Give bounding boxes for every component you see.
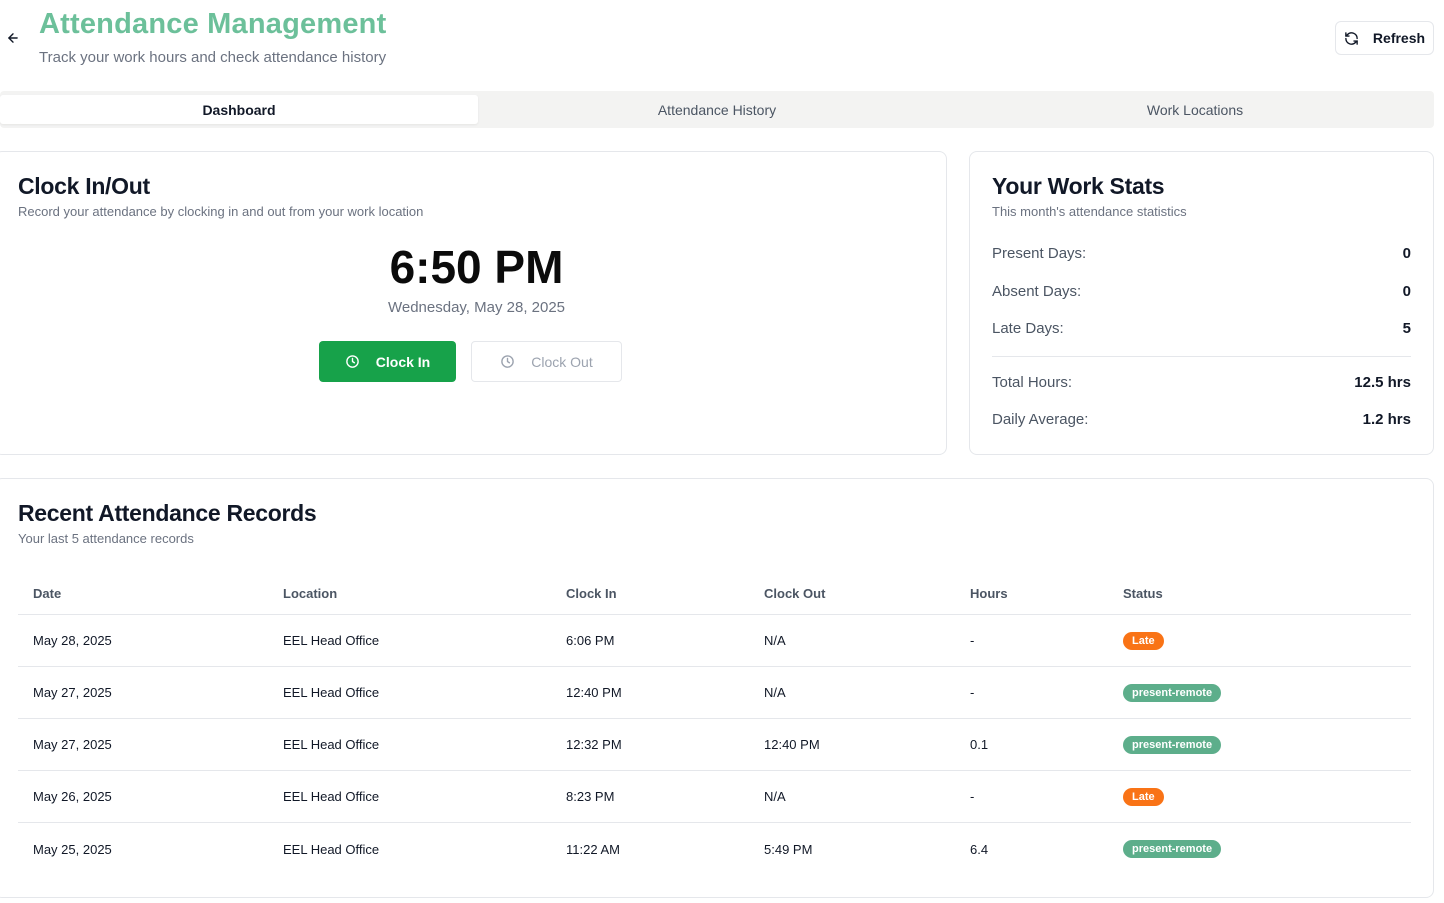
cell-clock-out: N/A bbox=[764, 789, 786, 804]
cell-location: EEL Head Office bbox=[283, 685, 380, 700]
cell-status: Late bbox=[1108, 787, 1411, 806]
status-badge: present-remote bbox=[1123, 683, 1222, 702]
stat-label: Daily Average: bbox=[992, 411, 1089, 428]
stat-value: 0 bbox=[1402, 245, 1411, 262]
stat-label: Present Days: bbox=[992, 245, 1087, 262]
clock-out-label: Clock Out bbox=[531, 353, 593, 370]
clock-icon bbox=[345, 355, 359, 368]
status-badge: Late bbox=[1123, 787, 1164, 806]
cell-status: Late bbox=[1108, 631, 1411, 650]
column-header-clock-out: Clock Out bbox=[764, 585, 826, 601]
records-card-description: Your last 5 attendance records bbox=[18, 531, 194, 546]
tab-bar: Dashboard Attendance History Work Locati… bbox=[0, 91, 1434, 128]
cell-clock-in: 12:40 PM bbox=[566, 685, 622, 700]
cell-hours: 6.4 bbox=[970, 841, 989, 857]
stat-label: Total Hours: bbox=[992, 374, 1073, 391]
clock-card-title: Clock In/Out bbox=[18, 173, 150, 199]
cell-clock-in: 12:32 PM bbox=[566, 737, 622, 752]
stat-late-days: Late Days: 5 bbox=[992, 320, 1411, 337]
refresh-label: Refresh bbox=[1372, 30, 1426, 46]
stat-daily-average: Daily Average: 1.2 hrs bbox=[992, 411, 1411, 428]
cell-date: May 27, 2025 bbox=[33, 737, 112, 752]
cell-status: present-remote bbox=[1108, 840, 1411, 858]
cell-clock-in: 11:22 AM bbox=[566, 841, 620, 857]
cell-location: EEL Head Office bbox=[283, 841, 380, 857]
table-row: May 27, 2025 EEL Head Office 12:32 PM 12… bbox=[18, 719, 1411, 771]
cell-status: present-remote bbox=[1108, 683, 1411, 702]
records-card-title: Recent Attendance Records bbox=[18, 500, 317, 526]
status-badge: Late bbox=[1123, 631, 1164, 650]
status-badge: present-remote bbox=[1123, 840, 1222, 858]
tab-work-locations[interactable]: Work Locations bbox=[956, 95, 1434, 124]
cell-hours: - bbox=[970, 789, 975, 804]
stat-label: Late Days: bbox=[992, 320, 1064, 337]
attendance-table: Date Location Clock In Clock Out Hours S… bbox=[18, 572, 1411, 875]
stat-value: 12.5 hrs bbox=[1354, 374, 1411, 391]
stats-divider bbox=[992, 356, 1411, 357]
cell-date: May 26, 2025 bbox=[33, 789, 112, 804]
cell-hours: - bbox=[970, 685, 975, 700]
back-button[interactable] bbox=[4, 28, 22, 48]
cell-date: May 27, 2025 bbox=[33, 685, 112, 700]
clock-in-button[interactable]: Clock In bbox=[319, 341, 456, 382]
column-header-location: Location bbox=[283, 585, 338, 601]
page-title: Attendance Management bbox=[39, 8, 387, 40]
clock-card-description: Record your attendance by clocking in an… bbox=[18, 204, 424, 219]
table-row: May 26, 2025 EEL Head Office 8:23 PM N/A… bbox=[18, 771, 1411, 823]
table-row: May 25, 2025 EEL Head Office 11:22 AM 5:… bbox=[18, 823, 1411, 875]
clock-out-button[interactable]: Clock Out bbox=[471, 341, 622, 382]
current-date: Wednesday, May 28, 2025 bbox=[387, 299, 566, 316]
stat-total-hours: Total Hours: 12.5 hrs bbox=[992, 374, 1411, 391]
clock-in-label: Clock In bbox=[375, 353, 431, 370]
refresh-button[interactable]: Refresh bbox=[1335, 21, 1434, 55]
refresh-icon bbox=[1345, 31, 1358, 45]
clock-icon bbox=[501, 355, 515, 368]
stat-value: 1.2 hrs bbox=[1362, 411, 1411, 428]
cell-hours: 0.1 bbox=[970, 737, 989, 752]
cell-clock-out: 5:49 PM bbox=[764, 841, 813, 857]
cell-date: May 28, 2025 bbox=[33, 633, 112, 648]
stat-absent-days: Absent Days: 0 bbox=[992, 283, 1411, 300]
stat-present-days: Present Days: 0 bbox=[992, 245, 1411, 262]
status-badge: present-remote bbox=[1123, 735, 1222, 754]
table-header: Date Location Clock In Clock Out Hours S… bbox=[18, 572, 1411, 615]
cell-location: EEL Head Office bbox=[283, 789, 380, 804]
column-header-date: Date bbox=[33, 585, 62, 601]
cell-clock-in: 8:23 PM bbox=[566, 789, 615, 804]
stat-value: 5 bbox=[1402, 320, 1411, 337]
stats-card-title: Your Work Stats bbox=[992, 173, 1165, 199]
cell-clock-out: N/A bbox=[764, 685, 786, 700]
stats-card-description: This month's attendance statistics bbox=[992, 204, 1187, 219]
tab-attendance-history[interactable]: Attendance History bbox=[478, 95, 956, 124]
table-row: May 28, 2025 EEL Head Office 6:06 PM N/A… bbox=[18, 615, 1411, 667]
cell-status: present-remote bbox=[1108, 735, 1411, 754]
cell-location: EEL Head Office bbox=[283, 633, 380, 648]
cell-hours: - bbox=[970, 633, 975, 648]
table-row: May 27, 2025 EEL Head Office 12:40 PM N/… bbox=[18, 667, 1411, 719]
column-header-clock-in: Clock In bbox=[566, 585, 617, 601]
stat-label: Absent Days: bbox=[992, 283, 1082, 300]
page-subtitle: Track your work hours and check attendan… bbox=[39, 49, 387, 66]
stat-value: 0 bbox=[1402, 283, 1411, 300]
cell-clock-out: N/A bbox=[764, 633, 786, 648]
cell-date: May 25, 2025 bbox=[33, 841, 112, 857]
cell-location: EEL Head Office bbox=[283, 737, 380, 752]
column-header-status: Status bbox=[1123, 585, 1163, 601]
cell-clock-out: 12:40 PM bbox=[764, 737, 820, 752]
cell-clock-in: 6:06 PM bbox=[566, 633, 615, 648]
column-header-hours: Hours bbox=[970, 585, 1008, 601]
arrow-left-icon bbox=[8, 33, 18, 43]
current-time: 6:50 PM bbox=[389, 241, 564, 293]
tab-dashboard[interactable]: Dashboard bbox=[0, 95, 478, 124]
